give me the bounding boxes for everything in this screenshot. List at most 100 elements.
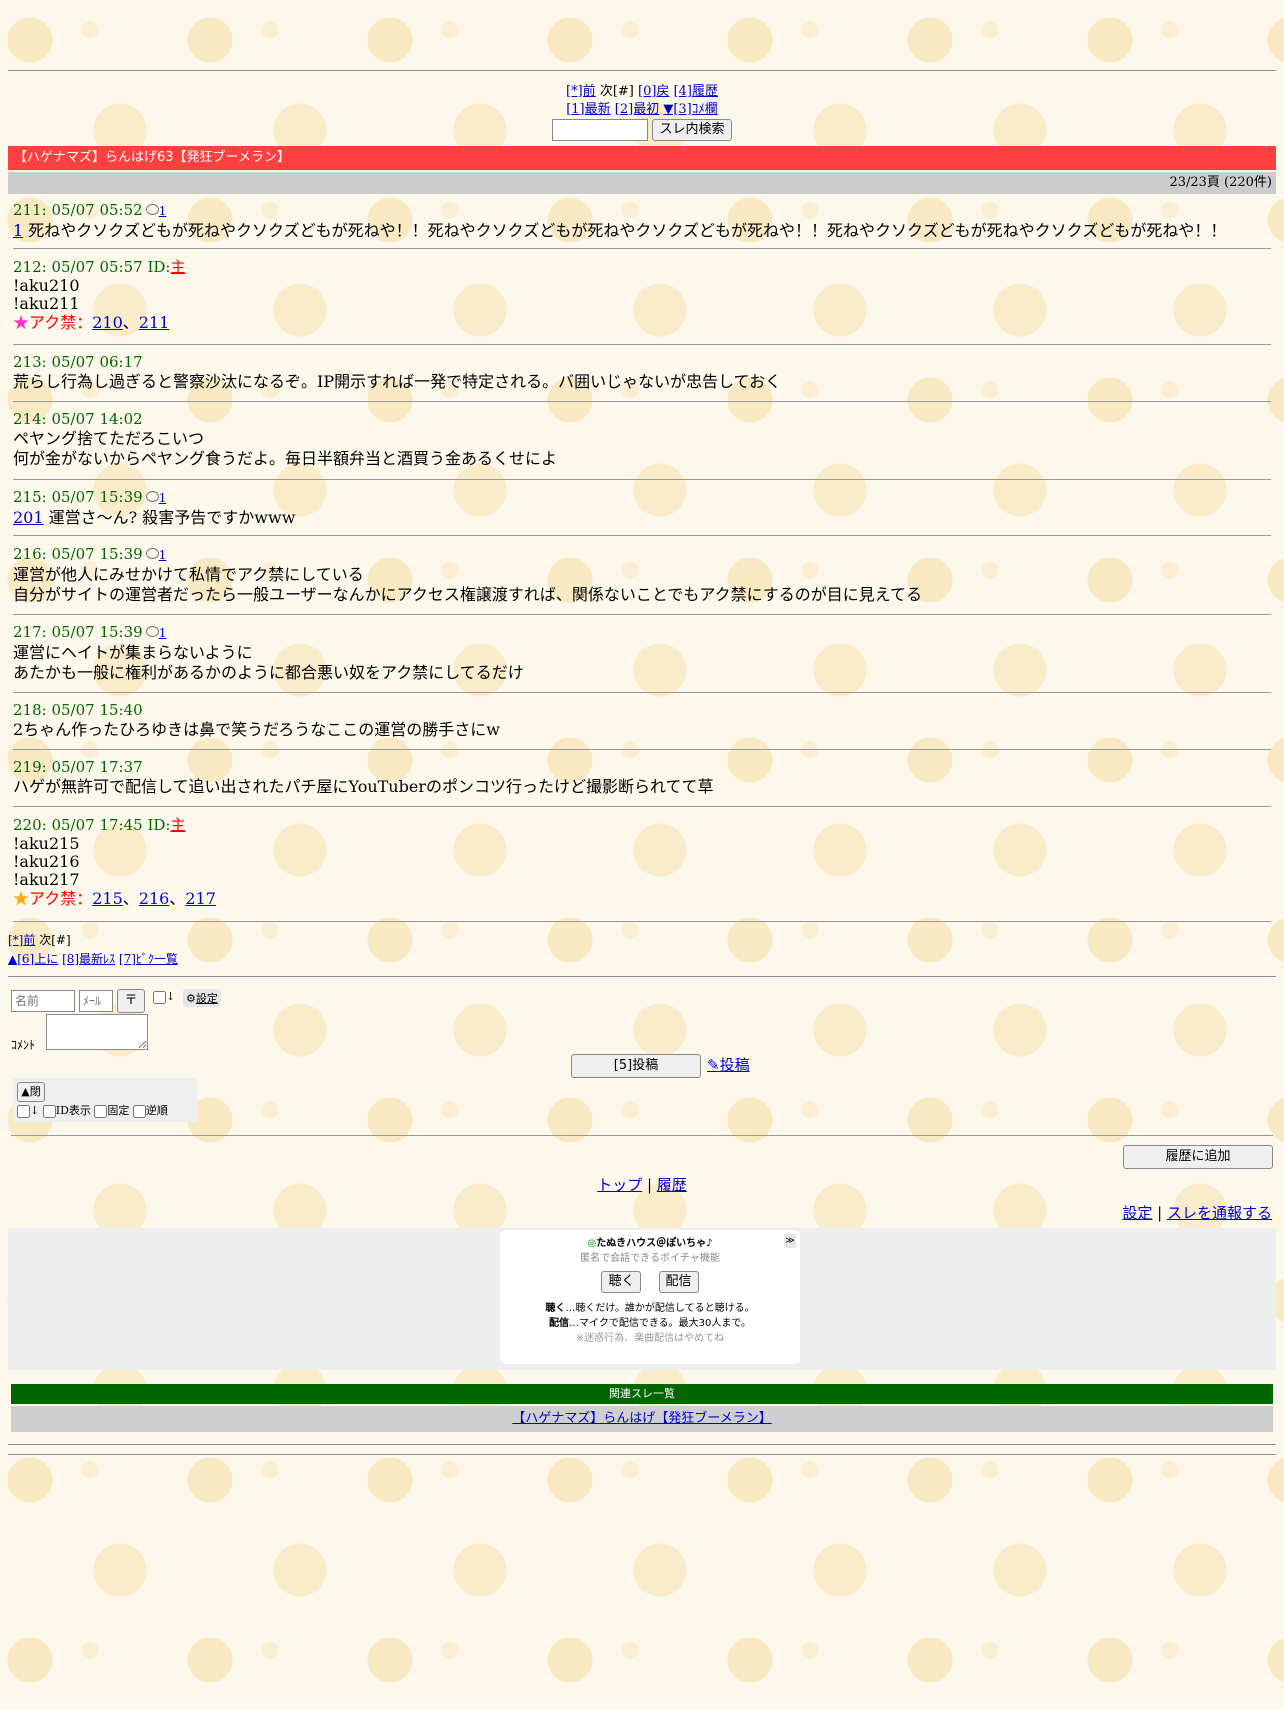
history-link[interactable]: 履歴 [657, 1176, 687, 1194]
post-line: !aku216 [13, 852, 80, 871]
footer-links: トップ | 履歴 [597, 1176, 687, 1194]
star-icon: ★ [13, 313, 30, 332]
name-input[interactable] [11, 990, 75, 1012]
broadcast-button[interactable]: 配信 [658, 1271, 699, 1293]
reply-bubble-icon [145, 491, 159, 502]
post-header: 214: 05/07 14:02 [13, 410, 143, 428]
chat-bubble-icon: ◎ [587, 1238, 597, 1249]
post-separator [13, 749, 1271, 750]
reply-count-link[interactable]: 1 [159, 626, 167, 640]
akukin-link[interactable]: 217 [185, 889, 216, 908]
thread-search-input[interactable] [551, 119, 648, 141]
bottom-divider-2 [8, 1454, 1276, 1456]
post-214: 214: 05/07 14:02 ペヤング捨てただろこいつ 何が金がないからペヤ… [13, 410, 1273, 469]
settings-button[interactable]: ⚙設定 [183, 989, 221, 1007]
akukin-link[interactable]: 215 [92, 889, 123, 908]
options-panel: ▲閉 ↓ ID表示 固定 逆順 [13, 1078, 197, 1122]
down-option: ↓ [153, 990, 175, 1004]
akukin-link[interactable]: 211 [139, 313, 170, 332]
prev-link[interactable]: [*]前 [8, 933, 35, 947]
voice-chat-area: ◎たぬきハウス＠ぽいちゃ♪ ≫ 匿名で会話できるボイチャ機能 聴く 配信 聴く…… [8, 1228, 1276, 1370]
anchor-link[interactable]: 201 [13, 508, 44, 527]
reply-count-link[interactable]: 1 [159, 548, 167, 562]
post-215: 215: 05/07 15:39 1 201 運営さ～ん? 殺害予告ですかwww [13, 488, 1273, 528]
next-label: 次[#] [39, 933, 71, 947]
settings-link[interactable]: 設定 [1122, 1204, 1152, 1222]
thread-search-button[interactable]: スレ内検索 [652, 119, 733, 141]
postal-mark-button[interactable]: 〒 [117, 989, 145, 1013]
comment-label: ｺﾒﾝﾄ [11, 1038, 36, 1052]
id-owner-label[interactable]: 主 [170, 816, 185, 834]
down-checkbox[interactable] [153, 990, 166, 1004]
top-link[interactable]: トップ [597, 1176, 642, 1194]
post-line: 自分がサイトの運営者だったら一般ユーザーなんかにアクセス権譲渡すれば、関係ないこ… [13, 585, 922, 604]
history-link[interactable]: [4]履歴 [674, 84, 718, 99]
post-body: 1 死ねやクソクズどもが死ねやクソクズどもが死ねや！！死ねやクソクズどもが死ねや… [13, 221, 1227, 240]
post-separator [13, 535, 1271, 536]
post-separator [13, 479, 1271, 480]
add-history-button[interactable]: 履歴に追加 [1123, 1145, 1273, 1169]
post-link[interactable]: ✎投稿 [675, 1054, 750, 1075]
listen-button[interactable]: 聴く [601, 1271, 642, 1293]
fixed-checkbox[interactable] [94, 1104, 108, 1118]
akukin-link[interactable]: 216 [139, 889, 170, 908]
reply-count-link[interactable]: 1 [159, 204, 167, 218]
voice-chat-desc2: 配信…マイクで配信できる。最大30人まで。 [549, 1318, 751, 1329]
id-owner-label[interactable]: 主 [170, 258, 185, 276]
anchor-link[interactable]: 1 [13, 221, 23, 240]
post-separator [13, 344, 1271, 345]
post-header: 213: 05/07 06:17 [13, 353, 143, 371]
comment-textarea[interactable] [46, 1014, 148, 1050]
post-body: 荒らし行為し過ぎると警察沙汰になるぞ。IP開示すれば一発で特定される。バ囲いじゃ… [13, 372, 782, 391]
post-separator [13, 248, 1271, 249]
post-body: 2ちゃん作ったひろゆきは鼻で笑うだろうなここの運営の勝手さにw [13, 720, 500, 739]
thread-title-bar: 【ハゲナマズ】らんはげ63【発狂ブーメラン】 [8, 146, 1276, 170]
options-row: ↓ ID表示 固定 逆順 [17, 1102, 168, 1118]
reverse-order-checkbox[interactable] [132, 1104, 146, 1118]
comment-field-link[interactable]: ▼[3]ｺﾒ欄 [663, 102, 717, 117]
star-icon: ★ [13, 889, 30, 908]
search-row: スレ内検索 [0, 119, 1284, 141]
first-link[interactable]: [2]最初 [615, 102, 659, 117]
related-thread-item: 【ハゲナマズ】らんはげ【発狂ブーメラン】 [11, 1406, 1273, 1432]
post-header: 219: 05/07 17:37 [13, 758, 143, 776]
akukin-line: ★アク禁：215、216、217 [13, 889, 216, 908]
post-line: !aku217 [13, 870, 80, 889]
down-checkbox[interactable] [17, 1104, 30, 1118]
akukin-link[interactable]: 210 [92, 313, 123, 332]
pick-list-link[interactable]: [7]ﾋﾟｸ一覧 [119, 952, 178, 966]
report-thread-link[interactable]: スレを通報する [1167, 1204, 1272, 1222]
close-options-button[interactable]: ▲閉 [17, 1082, 45, 1102]
footer-right-links: 設定 | スレを通報する [1122, 1204, 1272, 1222]
latest-res-link[interactable]: [8]最新ﾚｽ [62, 952, 115, 966]
post-separator [13, 921, 1271, 922]
post-header: 211: 05/07 05:52 1 [13, 201, 167, 219]
collapse-chevron-icon[interactable]: ≫ [784, 1234, 796, 1248]
mail-input[interactable] [79, 990, 113, 1012]
bottom-nav-row1: [*]前 次[#] [8, 931, 71, 948]
post-header: 212: 05/07 05:57 ID:主 [13, 258, 186, 276]
post-line: ペヤング捨てただろこいつ [13, 429, 205, 448]
next-label: 次[#] [599, 84, 634, 99]
form-divider [8, 976, 1276, 978]
post-header: 220: 05/07 17:45 ID:主 [13, 816, 186, 834]
related-thread-link[interactable]: 【ハゲナマズ】らんはげ【発狂ブーメラン】 [512, 1411, 771, 1426]
post-212: 212: 05/07 05:57 ID:主 !aku210 !aku211 ★ア… [13, 258, 1273, 333]
prev-link[interactable]: [*]前 [566, 84, 596, 99]
post-header: 217: 05/07 15:39 1 [13, 623, 167, 641]
page-info-bar: 23/23頁 (220件) [8, 172, 1276, 194]
post-line: 何が金がないからペヤング食うだよ。毎日半額弁当と酒買う金あるくせによ [13, 449, 558, 468]
post-form: 〒 ↓ ⚙設定 ｺﾒﾝﾄ [5]投稿 ✎投稿 ▲閉 ↓ ID表示 固定 逆順 [11, 988, 1273, 1128]
post-separator [13, 401, 1271, 402]
back-link[interactable]: [0]戻 [638, 84, 669, 99]
mic-icon: ♪ [706, 1238, 713, 1249]
up-link[interactable]: ▲[6]上に [8, 952, 58, 966]
reply-count-link[interactable]: 1 [159, 491, 167, 505]
post-separator [13, 692, 1271, 693]
top-nav-row1: [*]前 次[#] [0]戻 [4]履歴 [0, 80, 1284, 99]
latest-link[interactable]: [1]最新 [566, 102, 610, 117]
bottom-nav-row2: ▲[6]上に [8]最新ﾚｽ [7]ﾋﾟｸ一覧 [8, 950, 178, 967]
id-display-checkbox[interactable] [42, 1104, 56, 1118]
post-218: 218: 05/07 15:40 2ちゃん作ったひろゆきは鼻で笑うだろうなここの… [13, 701, 1273, 740]
pen-icon: ✎ [707, 1056, 720, 1074]
